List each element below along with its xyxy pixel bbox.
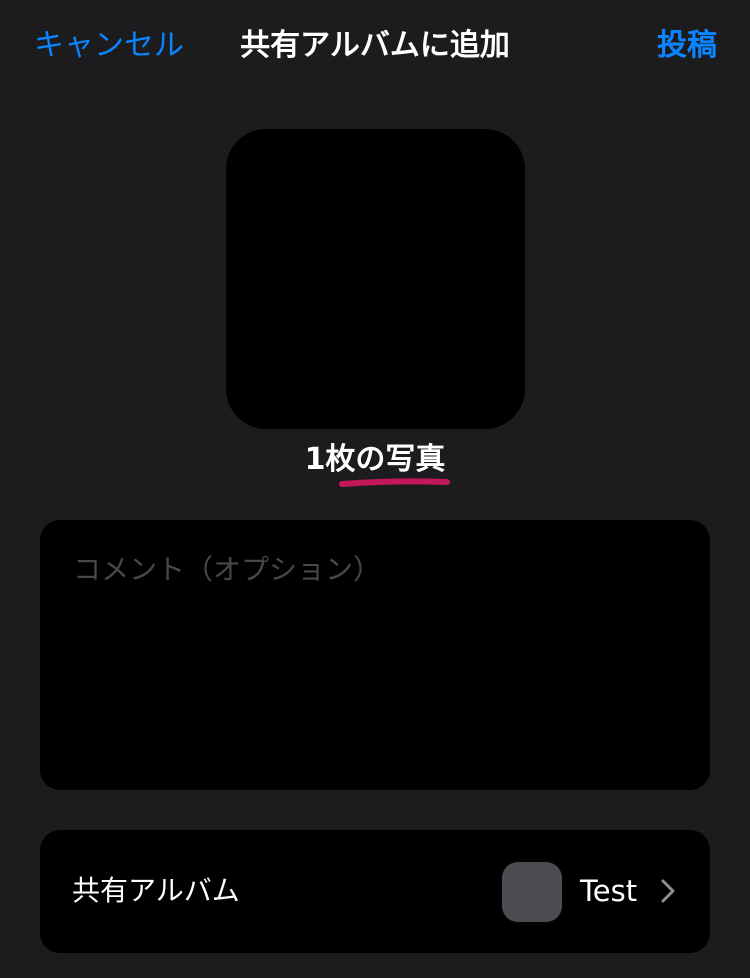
navigation-bar: キャンセル 共有アルバムに追加 投稿 <box>0 0 750 92</box>
album-thumbnail <box>502 862 562 922</box>
shared-album-row[interactable]: 共有アルバム Test <box>40 830 710 953</box>
album-name: Test <box>580 874 638 908</box>
photo-count-label: 1枚の写真 <box>304 442 446 477</box>
annotation-underline <box>339 478 450 487</box>
chevron-right-icon <box>661 879 675 903</box>
shared-album-label: 共有アルバム <box>72 874 240 907</box>
post-button[interactable]: 投稿 <box>657 26 717 66</box>
comment-box <box>40 520 710 790</box>
comment-input[interactable] <box>73 550 673 760</box>
page-title: 共有アルバムに追加 <box>240 28 510 63</box>
photo-thumbnail <box>226 129 525 429</box>
